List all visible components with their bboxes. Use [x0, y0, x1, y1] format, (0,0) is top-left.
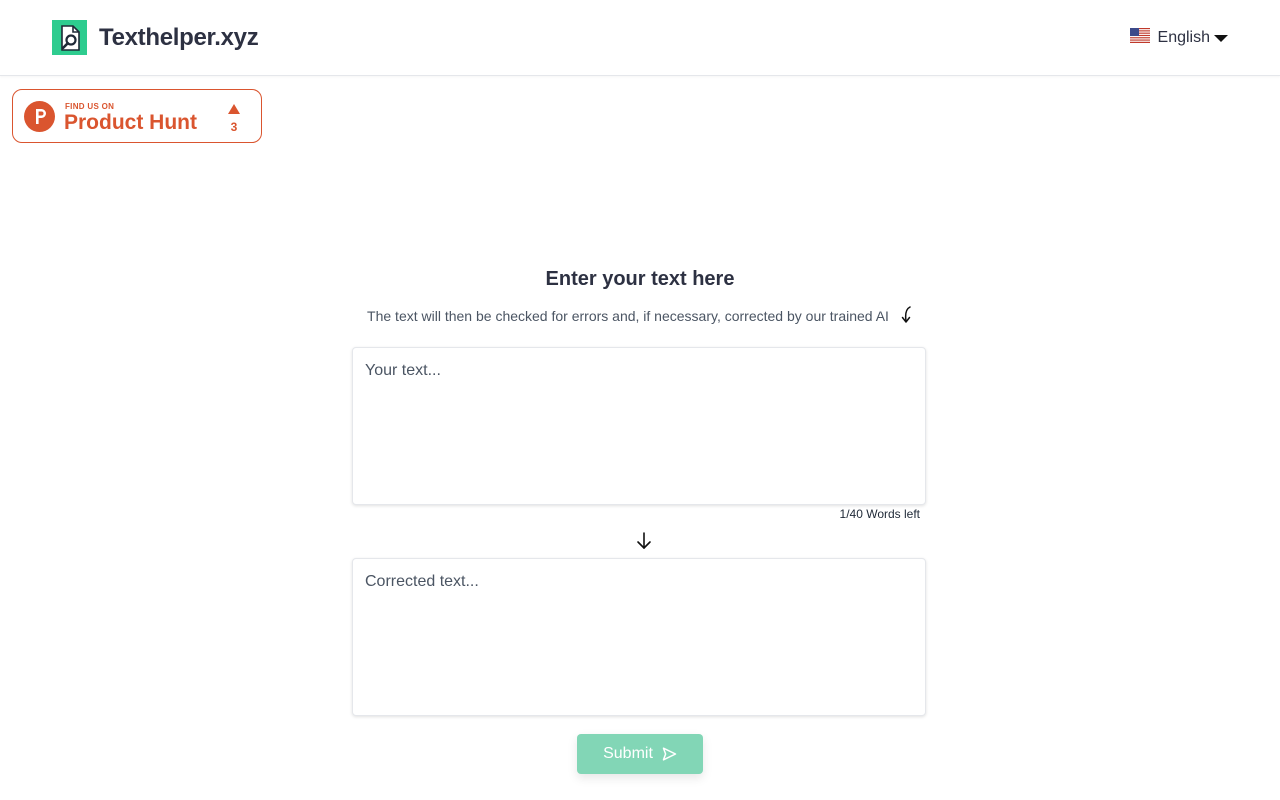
submit-label: Submit [603, 745, 653, 762]
document-search-icon [52, 20, 87, 55]
us-flag-icon [1129, 28, 1150, 48]
site-header: Texthelper.xyz English [0, 0, 1280, 76]
subtitle-row: The text will then be checked for errors… [0, 302, 1280, 329]
submit-button[interactable]: Submit [577, 734, 703, 774]
product-hunt-badge[interactable]: FIND US ON Product Hunt 3 [12, 89, 262, 143]
site-logo-link[interactable]: Texthelper.xyz [52, 20, 259, 55]
page-subtitle: The text will then be checked for errors… [367, 307, 889, 324]
curved-arrow-down-icon [899, 306, 913, 329]
corrected-text-output[interactable] [352, 558, 926, 716]
product-hunt-logo-icon [24, 101, 55, 137]
word-counter: 1/40 Words left [839, 507, 920, 521]
page-title: Enter your text here [545, 268, 735, 290]
site-name: Texthelper.xyz [99, 23, 259, 51]
product-hunt-votes: 3 [223, 101, 245, 134]
send-icon [662, 747, 677, 761]
product-hunt-label: Product Hunt [64, 111, 197, 134]
text-input[interactable] [352, 347, 926, 505]
caret-down-icon [1214, 34, 1228, 43]
language-selector[interactable]: English [1129, 28, 1228, 48]
language-label: English [1157, 29, 1210, 46]
vote-count: 3 [230, 120, 238, 134]
arrow-down-icon [636, 532, 652, 555]
upvote-triangle-icon [223, 101, 245, 119]
product-hunt-small-label: FIND US ON [65, 102, 115, 111]
